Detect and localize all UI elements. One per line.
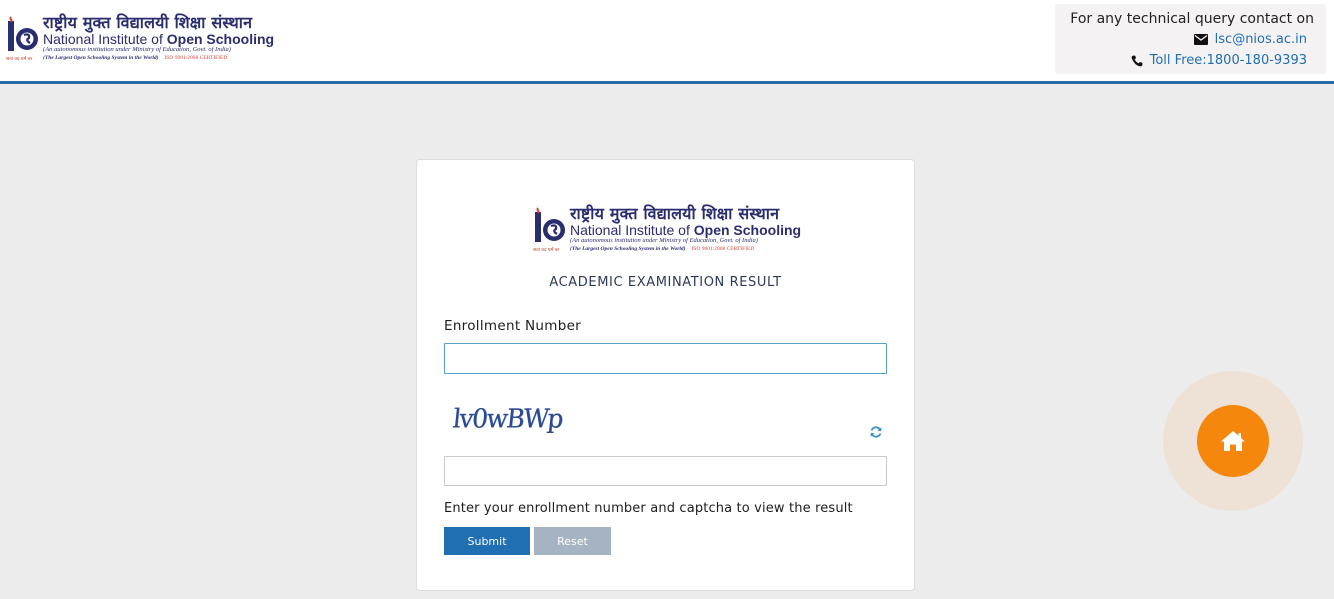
form-title: ACADEMIC EXAMINATION RESULT (549, 275, 782, 290)
org-tagline: (The Largest Open Schooling System in th… (570, 245, 755, 252)
contact-heading: For any technical query contact on (1070, 11, 1314, 27)
envelope-icon (1193, 34, 1208, 45)
refresh-icon[interactable] (869, 425, 883, 439)
org-english-name: National Institute of Open Schooling (43, 31, 275, 47)
org-english-name: National Institute of Open Schooling (570, 222, 802, 238)
home-button[interactable] (1197, 405, 1269, 477)
contact-email[interactable]: lsc@nios.ac.in (1193, 32, 1307, 47)
enrollment-input[interactable] (444, 343, 887, 374)
nios-logo-icon (535, 207, 565, 242)
submit-button[interactable]: Submit (444, 527, 530, 555)
result-login-card: ACADEMIC EXAMINATION RESULT Enrollment N… (416, 159, 915, 591)
nios-logo[interactable]: राष्ट्रीय मुक्त विद्यालयी शिक्षा संस्थान… (6, 13, 275, 63)
enrollment-label: Enrollment Number (444, 318, 582, 334)
nios-logo-icon (8, 16, 38, 51)
form-hint: Enter your enrollment number and captcha… (444, 501, 853, 516)
contact-panel: For any technical query contact on lsc@n… (1055, 4, 1326, 74)
home-icon (1221, 431, 1245, 451)
phone-icon (1131, 55, 1143, 66)
contact-phone[interactable]: Toll Free:1800-180-9393 (1131, 53, 1307, 68)
org-hindi-name: राष्ट्रीय मुक्त विद्यालयी शिक्षा संस्थान (570, 204, 780, 223)
org-subtitle: (An autonomous institution under Ministr… (570, 237, 758, 244)
org-hindi-name: राष्ट्रीय मुक्त विद्यालयी शिक्षा संस्थान (43, 13, 253, 32)
site-header: राष्ट्रीय मुक्त विद्यालयी शिक्षा संस्थान… (0, 0, 1334, 84)
captcha-input[interactable] (444, 456, 887, 486)
contact-email-text[interactable]: lsc@nios.ac.in (1215, 32, 1307, 47)
captcha-image: lv0wBWp (451, 403, 564, 434)
reset-button[interactable]: Reset (534, 527, 611, 555)
org-motto: सत्यं वद धर्मं चर (533, 248, 560, 253)
org-tagline: (The Largest Open Schooling System in th… (43, 54, 228, 61)
card-nios-logo: राष्ट्रीय मुक्त विद्यालयी शिक्षा संस्थान… (533, 204, 802, 254)
org-subtitle: (An autonomous institution under Ministr… (43, 46, 231, 53)
org-motto: सत्यं वद धर्मं चर (6, 57, 33, 62)
contact-phone-text[interactable]: Toll Free:1800-180-9393 (1150, 53, 1307, 68)
